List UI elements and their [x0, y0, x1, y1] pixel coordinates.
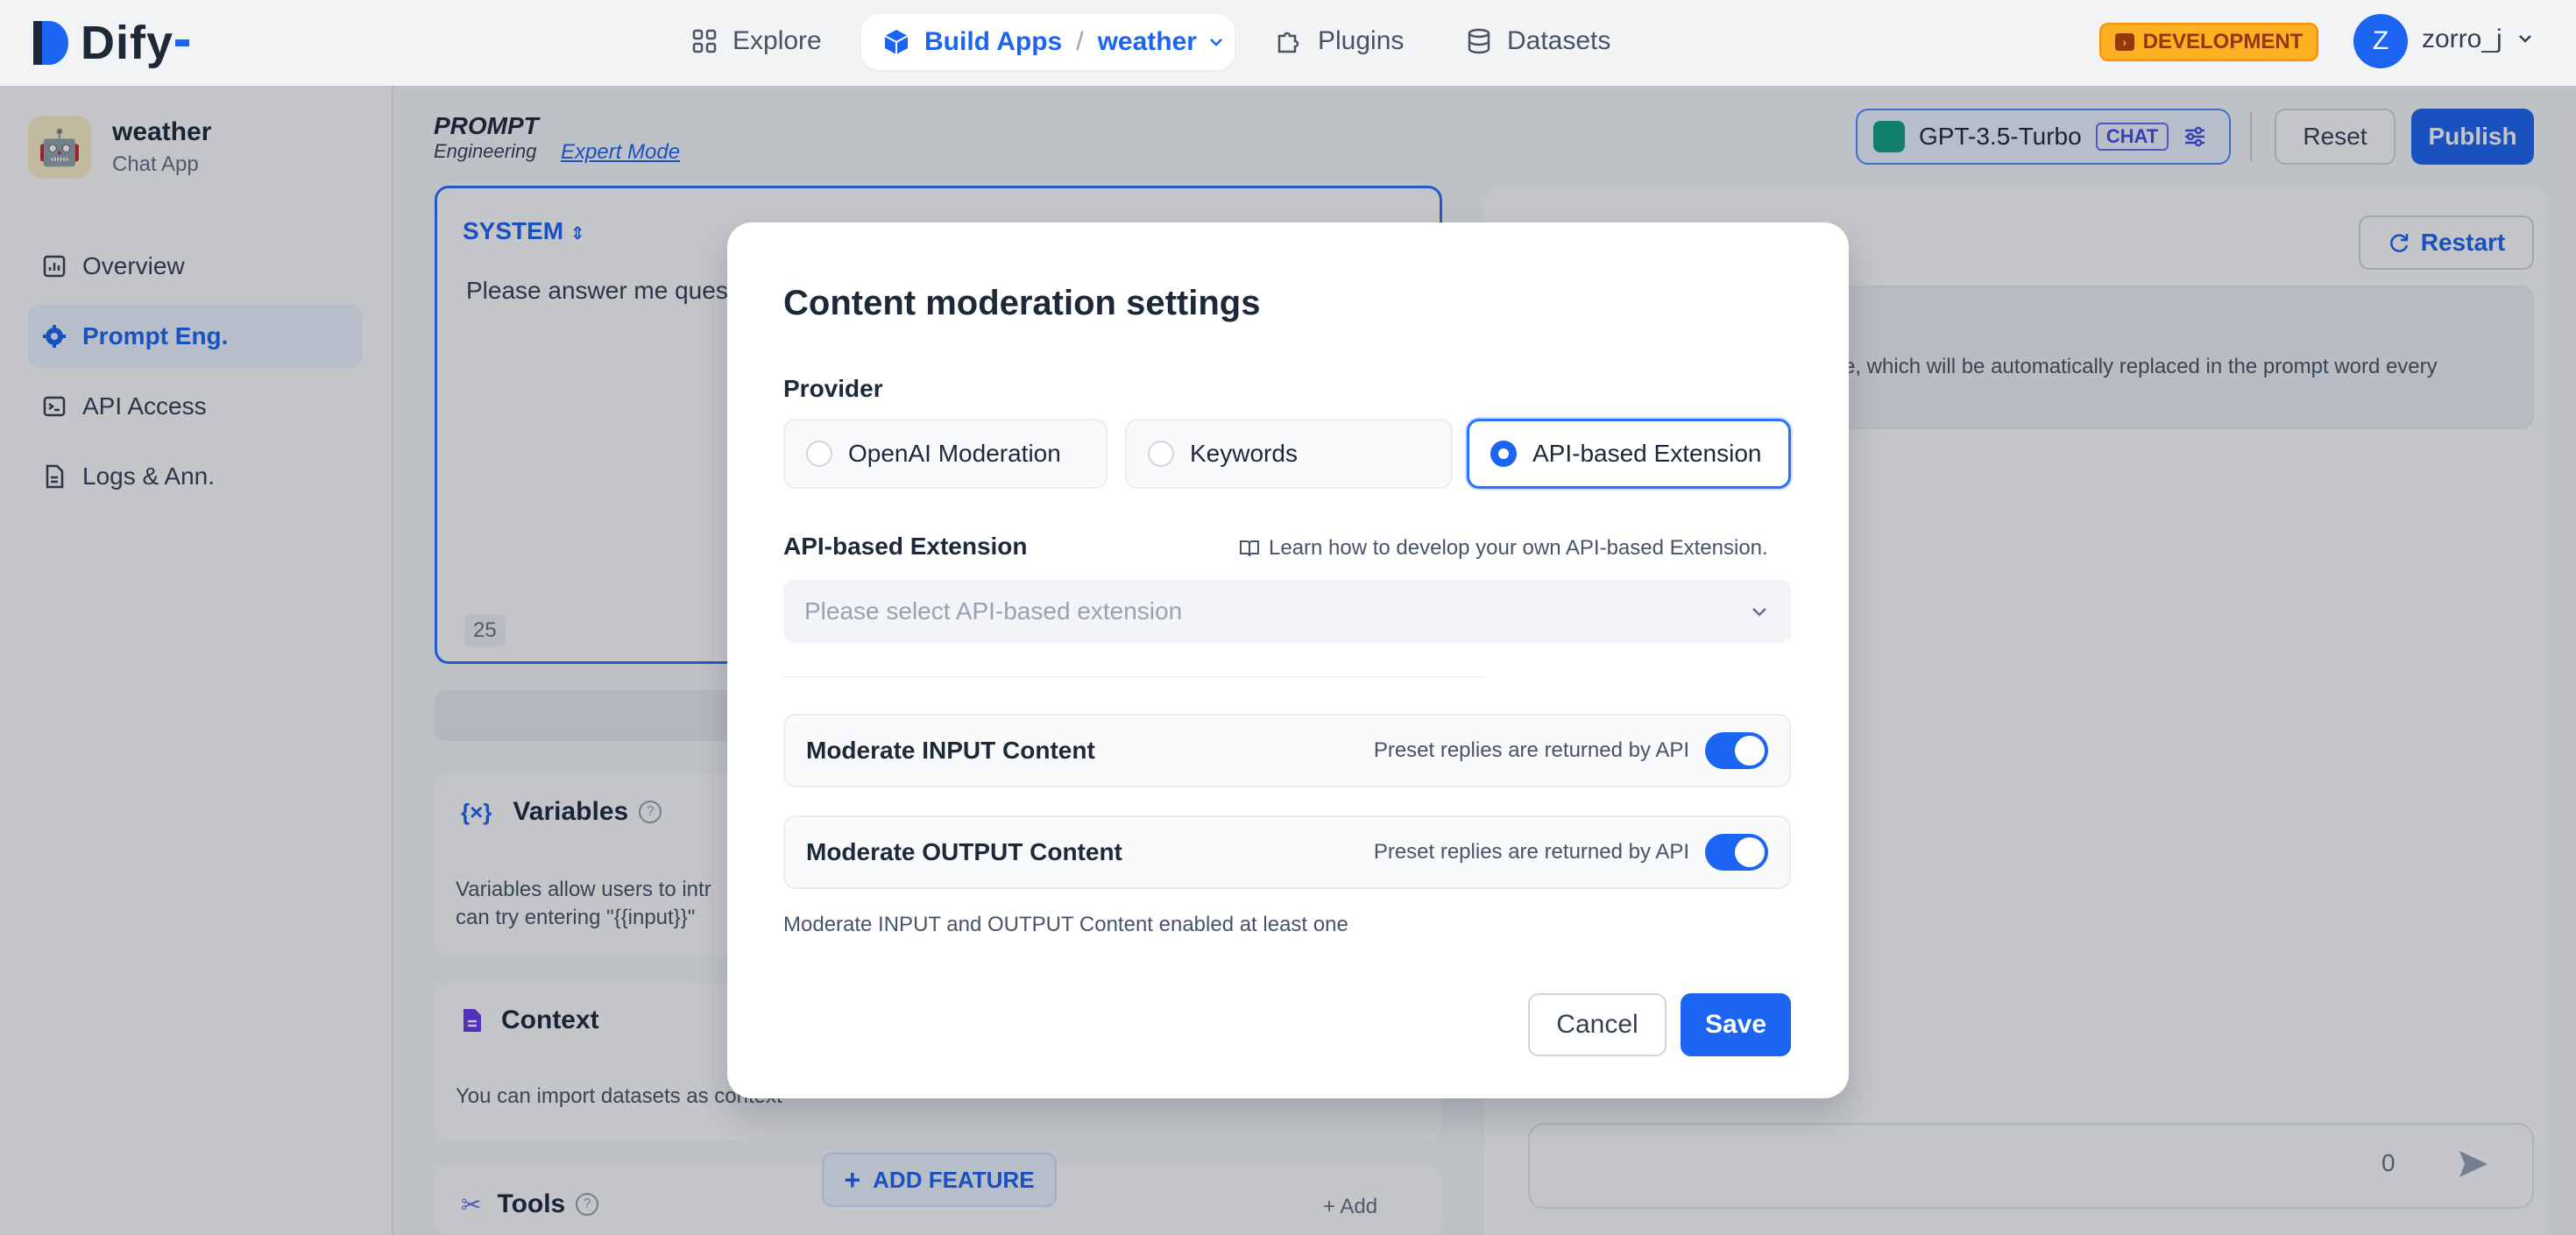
- moderate-output-toggle[interactable]: [1705, 834, 1768, 871]
- modal-divider: [783, 676, 1484, 678]
- moderation-modal: [727, 222, 1849, 1098]
- overlay-top: [0, 0, 2576, 86]
- moderate-input-controls: Preset replies are returned by API: [1374, 732, 1768, 769]
- extension-label: API-based Extension: [783, 533, 1028, 560]
- chevron-down-icon: [1752, 608, 1766, 617]
- provider-keywords[interactable]: Keywords: [1125, 419, 1453, 489]
- moderation-hint: Moderate INPUT and OUTPUT Content enable…: [783, 913, 1348, 936]
- extension-select[interactable]: Please select API-based extension: [783, 580, 1791, 643]
- radio-icon: [806, 441, 832, 467]
- extension-select-placeholder: Please select API-based extension: [804, 597, 1183, 625]
- moderate-input-label: Moderate INPUT Content: [806, 737, 1095, 764]
- moderate-output-hint: Preset replies are returned by API: [1373, 840, 1689, 864]
- provider-api-extension[interactable]: API-based Extension: [1467, 419, 1791, 489]
- moderate-output-label: Moderate OUTPUT Content: [806, 838, 1122, 865]
- moderate-output-row: Moderate OUTPUT Content Preset replies a…: [783, 815, 1791, 889]
- moderate-input-row: Moderate INPUT Content Preset replies ar…: [783, 714, 1791, 787]
- provider-option-label: API-based Extension: [1532, 440, 1762, 467]
- radio-icon: [1148, 441, 1174, 467]
- provider-option-label: Keywords: [1190, 440, 1298, 467]
- radio-selected-icon: [1490, 441, 1517, 467]
- modal-title: Content moderation settings: [783, 284, 1261, 322]
- book-icon: [1240, 540, 1259, 557]
- moderate-input-toggle[interactable]: [1705, 732, 1768, 769]
- provider-label: Provider: [783, 375, 883, 402]
- moderate-input-hint: Preset replies are returned by API: [1373, 738, 1689, 762]
- moderate-output-controls: Preset replies are returned by API: [1374, 834, 1768, 871]
- save-button[interactable]: Save: [1681, 993, 1791, 1056]
- learn-link[interactable]: Learn how to develop your own API-based …: [1239, 536, 1768, 561]
- provider-option-label: OpenAI Moderation: [848, 440, 1061, 467]
- cancel-button[interactable]: Cancel: [1528, 993, 1667, 1056]
- learn-link-text: Learn how to develop your own API-based …: [1269, 536, 1768, 560]
- provider-openai-moderation[interactable]: OpenAI Moderation: [783, 419, 1108, 489]
